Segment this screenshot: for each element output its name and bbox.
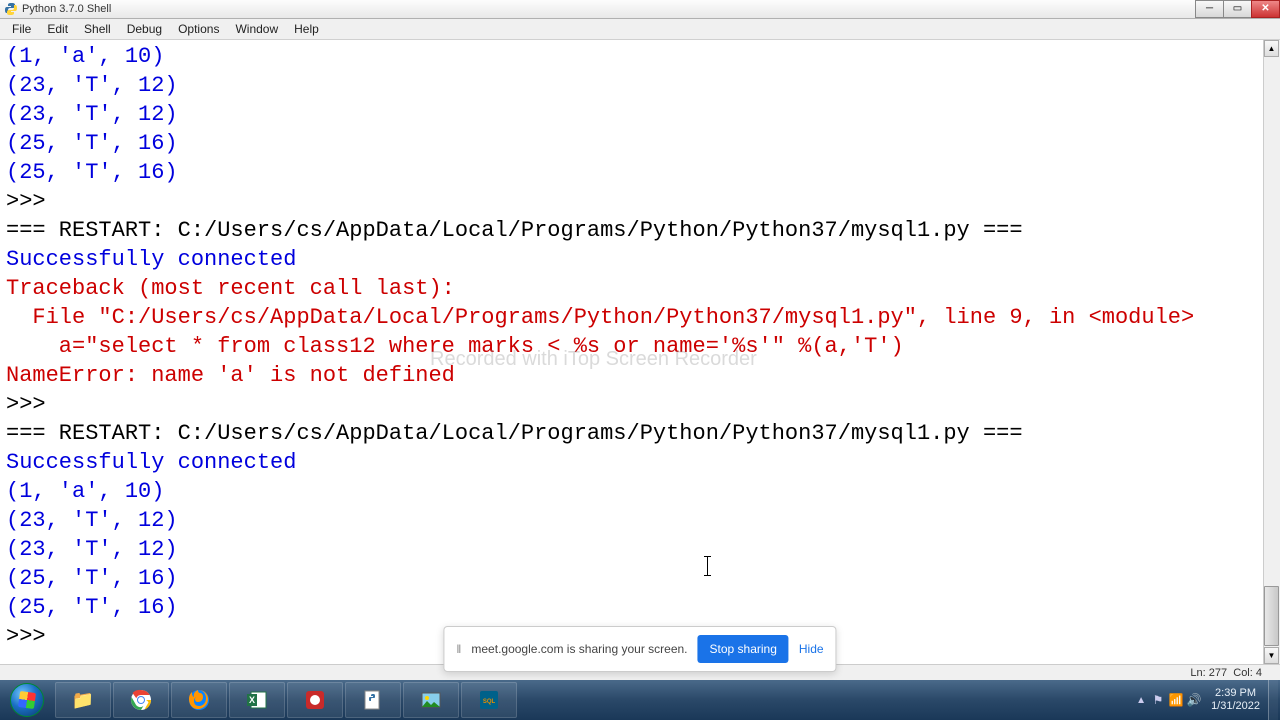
show-desktop-button[interactable] [1268,680,1278,720]
output-line: (23, 'T', 12) [6,537,178,562]
minimize-button[interactable]: ─ [1195,0,1224,18]
task-excel[interactable]: X [229,682,285,718]
screen-share-popup: ‖ meet.google.com is sharing your screen… [443,626,836,672]
restart-line: === RESTART: C:/Users/cs/AppData/Local/P… [6,218,1023,243]
taskbar: 📁 X SQL ▲ ⚑ 📶 🔊 2:39 PM 1/31/2022 [0,680,1280,720]
output-line: (25, 'T', 16) [6,595,178,620]
clock-date: 1/31/2022 [1211,700,1260,713]
status-ln-label: Ln: [1190,667,1205,679]
menu-edit[interactable]: Edit [39,20,76,38]
code-line: a="select * from class12 where marks < %… [6,334,904,359]
output-line: (25, 'T', 16) [6,160,178,185]
menu-help[interactable]: Help [286,20,327,38]
mysql-icon: SQL [476,687,502,713]
scroll-thumb[interactable] [1264,586,1279,646]
window-title: Python 3.7.0 Shell [22,3,1196,15]
output-line: (1, 'a', 10) [6,44,164,69]
task-mysql[interactable]: SQL [461,682,517,718]
menu-window[interactable]: Window [227,20,286,38]
restart-line: === RESTART: C:/Users/cs/AppData/Local/P… [6,421,1023,446]
menu-options[interactable]: Options [170,20,227,38]
clock-time: 2:39 PM [1211,687,1260,700]
python-file-icon [360,687,386,713]
firefox-icon [186,687,212,713]
window-controls: ─ ▭ ✕ [1196,0,1280,18]
traceback-line: Traceback (most recent call last): [6,276,455,301]
output-line: (23, 'T', 12) [6,102,178,127]
python-icon [4,2,18,16]
task-recorder[interactable] [287,682,343,718]
prompt: >>> [6,624,59,649]
tray-expand-button[interactable]: ▲ [1133,685,1149,715]
status-col: 4 [1256,667,1262,679]
taskbar-clock[interactable]: 2:39 PM 1/31/2022 [1203,685,1268,715]
hide-button[interactable]: Hide [799,642,824,656]
flag-icon[interactable]: ⚑ [1149,685,1167,715]
status-col-label: Col: [1233,667,1253,679]
chrome-icon [128,687,154,713]
output-line: (1, 'a', 10) [6,479,164,504]
shell-output[interactable]: (1, 'a', 10) (23, 'T', 12) (23, 'T', 12)… [0,40,1263,664]
image-icon [418,687,444,713]
start-button[interactable] [0,680,54,720]
excel-icon: X [244,687,270,713]
task-explorer[interactable]: 📁 [55,682,111,718]
success-line: Successfully connected [6,247,296,272]
task-chrome[interactable] [113,682,169,718]
system-tray: ▲ ⚑ 📶 🔊 2:39 PM 1/31/2022 [1131,680,1280,720]
status-ln: 277 [1209,667,1227,679]
task-image-viewer[interactable] [403,682,459,718]
prompt: >>> [6,189,59,214]
prompt: >>> [6,392,59,417]
share-text: meet.google.com is sharing your screen. [471,642,687,656]
file-line: File "C:/Users/cs/AppData/Local/Programs… [6,305,1194,330]
text-cursor-icon [707,556,708,576]
svg-text:SQL: SQL [483,699,496,705]
svg-text:X: X [249,695,255,705]
error-line: NameError: name 'a' is not defined [6,363,455,388]
menu-shell[interactable]: Shell [76,20,119,38]
speaker-icon[interactable]: 🔊 [1185,685,1203,715]
task-python[interactable] [345,682,401,718]
network-icon[interactable]: 📶 [1167,685,1185,715]
maximize-button[interactable]: ▭ [1223,0,1252,18]
scroll-down-button[interactable]: ▼ [1264,647,1279,664]
pause-icon: ‖ [456,642,461,656]
window-titlebar: Python 3.7.0 Shell ─ ▭ ✕ [0,0,1280,19]
menu-debug[interactable]: Debug [119,20,170,38]
menu-file[interactable]: File [4,20,39,38]
task-firefox[interactable] [171,682,227,718]
output-line: (25, 'T', 16) [6,131,178,156]
folder-icon: 📁 [70,687,96,713]
menubar: File Edit Shell Debug Options Window Hel… [0,19,1280,40]
close-button[interactable]: ✕ [1251,0,1280,18]
shell-content-area: (1, 'a', 10) (23, 'T', 12) (23, 'T', 12)… [0,40,1280,664]
output-line: (25, 'T', 16) [6,566,178,591]
output-line: (23, 'T', 12) [6,508,178,533]
stop-sharing-button[interactable]: Stop sharing [698,635,789,663]
scroll-up-button[interactable]: ▲ [1264,40,1279,57]
success-line: Successfully connected [6,450,296,475]
recorder-icon [302,687,328,713]
output-line: (23, 'T', 12) [6,73,178,98]
vertical-scrollbar[interactable]: ▲ ▼ [1263,40,1280,664]
windows-logo-icon [10,683,44,717]
